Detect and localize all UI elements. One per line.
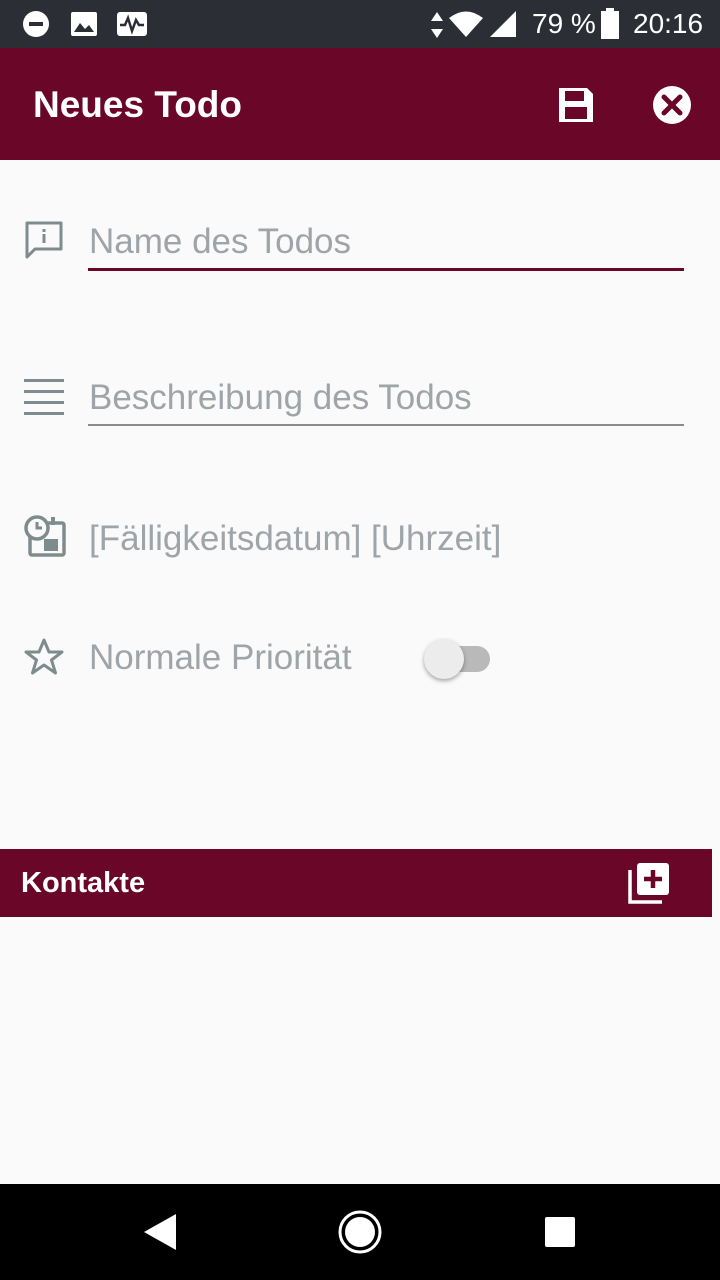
star-icon: [24, 638, 64, 675]
activity-icon: [117, 12, 147, 36]
contacts-title: Kontakte: [21, 867, 146, 899]
priority-switch[interactable]: [424, 639, 464, 679]
description-lines-icon: [24, 379, 64, 415]
date-time-icon: [24, 515, 66, 557]
home-icon[interactable]: [337, 1209, 383, 1255]
add-contact-icon[interactable]: [628, 862, 670, 904]
clock: 20:16: [633, 8, 704, 39]
name-input-underline: [88, 268, 684, 271]
contacts-header: Kontakte: [0, 849, 712, 917]
data-arrows-icon: [431, 12, 443, 38]
status-bar: 79 % 20:16: [0, 0, 720, 48]
battery-percent: 79 %: [532, 8, 596, 39]
navigation-bar: [0, 1184, 720, 1280]
image-icon: [71, 12, 97, 36]
description-input[interactable]: Beschreibung des Todos: [89, 378, 472, 418]
description-input-underline: [88, 424, 684, 426]
comment-info-icon: [25, 221, 63, 259]
signal-icon: [490, 11, 516, 37]
back-icon[interactable]: [142, 1212, 178, 1252]
due-date-picker[interactable]: [Fälligkeitsdatum] [Uhrzeit]: [89, 519, 501, 559]
recents-icon[interactable]: [544, 1216, 576, 1248]
app-bar: Neues Todo: [0, 48, 720, 160]
save-icon[interactable]: [557, 86, 595, 124]
do-not-disturb-icon: [23, 11, 49, 37]
name-input[interactable]: Name des Todos: [89, 222, 351, 262]
page-title: Neues Todo: [33, 84, 242, 125]
close-icon[interactable]: [652, 85, 692, 125]
wifi-icon: [449, 11, 483, 37]
priority-label: Normale Priorität: [89, 638, 352, 677]
battery-icon: [601, 8, 619, 39]
